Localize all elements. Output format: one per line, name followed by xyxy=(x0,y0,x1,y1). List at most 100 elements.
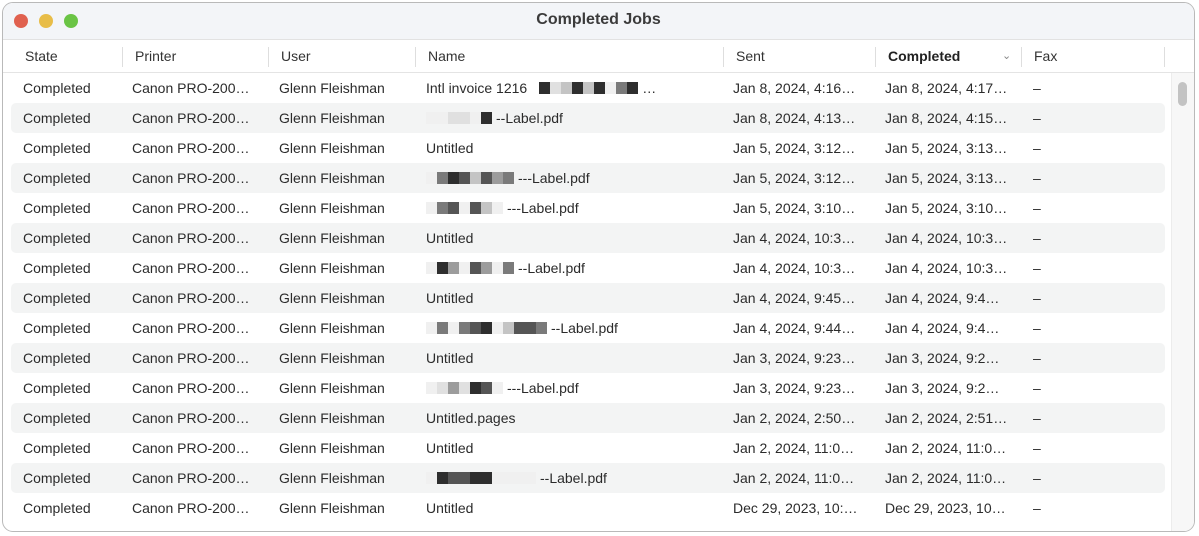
cell-user: Glenn Fleishman xyxy=(279,230,385,246)
table-row[interactable]: Completed Canon PRO-200… Glenn Fleishman… xyxy=(11,403,1165,433)
cell-sent: Jan 5, 2024, 3:12… xyxy=(733,140,856,156)
table-row[interactable]: Completed Canon PRO-200… Glenn Fleishman… xyxy=(11,73,1165,103)
redaction-pixel xyxy=(470,202,481,214)
redaction-pixel xyxy=(627,82,639,94)
cell-user: Glenn Fleishman xyxy=(279,140,385,156)
cell-name: --Label.pdf xyxy=(426,313,721,343)
cell-completed: Jan 3, 2024, 9:2… xyxy=(885,380,1000,396)
column-header-fax[interactable]: Fax xyxy=(1022,40,1164,72)
name-prefix: Untitled xyxy=(426,440,474,456)
cell-user: Glenn Fleishman xyxy=(279,350,385,366)
redaction-pixel xyxy=(459,112,470,124)
cell-name: ---Label.pdf xyxy=(426,163,721,193)
redaction-pixel xyxy=(481,262,492,274)
column-header-sent[interactable]: Sent xyxy=(724,40,875,72)
cell-sent: Dec 29, 2023, 10:… xyxy=(733,500,858,516)
cell-completed: Dec 29, 2023, 10… xyxy=(885,500,1006,516)
table-row[interactable]: Completed Canon PRO-200… Glenn Fleishman… xyxy=(11,283,1165,313)
vertical-scrollbar[interactable] xyxy=(1171,73,1194,531)
table-row[interactable]: Completed Canon PRO-200… Glenn Fleishman… xyxy=(11,463,1165,493)
redaction-pixel xyxy=(437,112,448,124)
cell-fax: – xyxy=(1033,500,1041,516)
table-row[interactable]: Completed Canon PRO-200… Glenn Fleishman… xyxy=(11,433,1165,463)
cell-name: ---Label.pdf xyxy=(426,193,721,223)
cell-state: Completed xyxy=(23,470,91,486)
cell-state: Completed xyxy=(23,260,91,276)
cell-sent: Jan 2, 2024, 11:0… xyxy=(733,470,855,486)
cell-name: Untitled.pages xyxy=(426,403,721,433)
table-row[interactable]: Completed Canon PRO-200… Glenn Fleishman… xyxy=(11,133,1165,163)
table-row[interactable]: Completed Canon PRO-200… Glenn Fleishman… xyxy=(11,253,1165,283)
redaction-pixel xyxy=(550,82,562,94)
column-header-printer[interactable]: Printer xyxy=(123,40,269,72)
table-row[interactable]: Completed Canon PRO-200… Glenn Fleishman… xyxy=(11,193,1165,223)
redaction-pixel xyxy=(470,262,481,274)
redaction-pixel xyxy=(616,82,628,94)
cell-fax: – xyxy=(1033,350,1041,366)
cell-name: Untitled xyxy=(426,223,721,253)
cell-sent: Jan 4, 2024, 10:3… xyxy=(733,230,856,246)
column-header-completed[interactable]: Completed xyxy=(876,40,1021,72)
cell-sent: Jan 4, 2024, 10:3… xyxy=(733,260,856,276)
name-prefix: Untitled xyxy=(426,290,474,306)
cell-state: Completed xyxy=(23,380,91,396)
cell-sent: Jan 4, 2024, 9:45… xyxy=(733,290,856,306)
cell-name: Untitled xyxy=(426,433,721,463)
column-header-name[interactable]: Name xyxy=(416,40,723,72)
redaction-pixel xyxy=(437,382,448,394)
column-divider[interactable] xyxy=(1164,47,1165,67)
redaction-pixel xyxy=(470,382,481,394)
cell-user: Glenn Fleishman xyxy=(279,170,385,186)
cell-printer: Canon PRO-200… xyxy=(132,230,250,246)
cell-user: Glenn Fleishman xyxy=(279,470,385,486)
cell-printer: Canon PRO-200… xyxy=(132,140,250,156)
table-row[interactable]: Completed Canon PRO-200… Glenn Fleishman… xyxy=(11,343,1165,373)
name-suffix: --Label.pdf xyxy=(540,470,607,486)
table-row[interactable]: Completed Canon PRO-200… Glenn Fleishman… xyxy=(11,163,1165,193)
cell-printer: Canon PRO-200… xyxy=(132,350,250,366)
table-row[interactable]: Completed Canon PRO-200… Glenn Fleishman… xyxy=(11,493,1165,523)
cell-fax: – xyxy=(1033,80,1041,96)
cell-sent: Jan 8, 2024, 4:13… xyxy=(733,110,856,126)
redaction-pixel xyxy=(470,112,481,124)
name-suffix: ---Label.pdf xyxy=(518,170,590,186)
redaction-pixel xyxy=(437,322,448,334)
cell-printer: Canon PRO-200… xyxy=(132,320,250,336)
redacted-block xyxy=(426,260,514,276)
cell-printer: Canon PRO-200… xyxy=(132,470,250,486)
table-row[interactable]: Completed Canon PRO-200… Glenn Fleishman… xyxy=(11,373,1165,403)
cell-sent: Jan 5, 2024, 3:10… xyxy=(733,200,856,216)
cell-user: Glenn Fleishman xyxy=(279,110,385,126)
redaction-pixel xyxy=(503,322,514,334)
redacted-block xyxy=(426,110,492,126)
column-header-state[interactable]: State xyxy=(13,40,123,72)
redaction-pixel xyxy=(492,262,503,274)
scrollbar-thumb[interactable] xyxy=(1178,82,1187,106)
name-suffix: --Label.pdf xyxy=(518,260,585,276)
redaction-pixel xyxy=(572,82,584,94)
redaction-pixel xyxy=(583,82,595,94)
redaction-pixel xyxy=(492,472,503,484)
table-row[interactable]: Completed Canon PRO-200… Glenn Fleishman… xyxy=(11,223,1165,253)
cell-state: Completed xyxy=(23,170,91,186)
cell-user: Glenn Fleishman xyxy=(279,260,385,276)
cell-completed: Jan 5, 2024, 3:13… xyxy=(885,140,1008,156)
name-suffix: ---Label.pdf xyxy=(507,200,579,216)
cell-name: --Label.pdf xyxy=(426,463,721,493)
cell-user: Glenn Fleishman xyxy=(279,500,385,516)
table-row[interactable]: Completed Canon PRO-200… Glenn Fleishman… xyxy=(11,313,1165,343)
redaction-pixel xyxy=(503,472,514,484)
window-title: Completed Jobs xyxy=(536,11,661,28)
name-prefix: Untitled xyxy=(426,140,474,156)
column-header-user[interactable]: User xyxy=(269,40,415,72)
redaction-pixel xyxy=(594,82,606,94)
cell-printer: Canon PRO-200… xyxy=(132,170,250,186)
table-row[interactable]: Completed Canon PRO-200… Glenn Fleishman… xyxy=(11,103,1165,133)
cell-user: Glenn Fleishman xyxy=(279,200,385,216)
redaction-pixel xyxy=(481,172,492,184)
cell-completed: Jan 5, 2024, 3:10… xyxy=(885,200,1008,216)
cell-printer: Canon PRO-200… xyxy=(132,80,250,96)
redaction-pixel xyxy=(492,322,503,334)
redacted-block xyxy=(426,380,503,396)
redaction-pixel xyxy=(448,472,459,484)
